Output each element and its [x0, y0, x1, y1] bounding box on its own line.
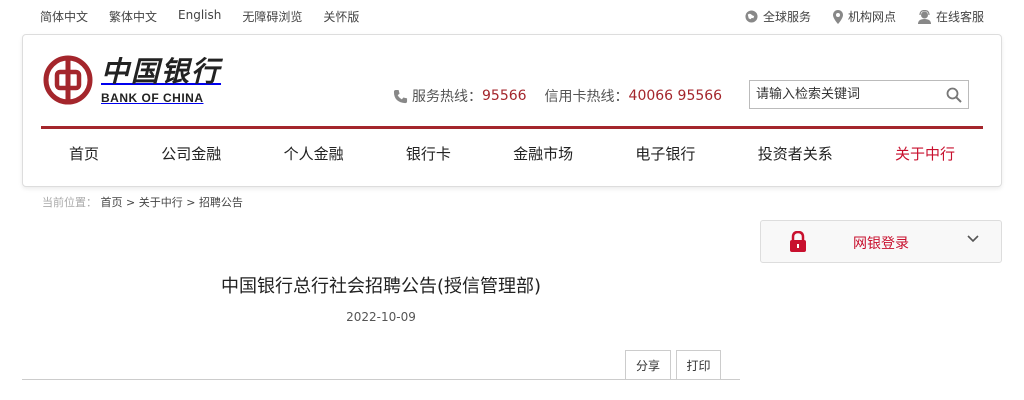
- nav-item-e-banking[interactable]: 电子银行: [607, 143, 723, 164]
- lang-link-traditional[interactable]: 繁体中文: [109, 8, 157, 25]
- phone-icon: [393, 89, 408, 103]
- header-card: 中国银行 BANK OF CHINA 服务热线： 95566 信用卡热线： 40…: [22, 34, 1002, 187]
- nav-item-corporate-banking[interactable]: 公司金融: [133, 143, 249, 164]
- branch-locator-label: 机构网点: [847, 10, 896, 24]
- breadcrumb-home[interactable]: 首页: [101, 196, 123, 209]
- logo-chinese-text: 中国银行: [101, 54, 222, 88]
- online-banking-login-label: 网银登录: [853, 236, 909, 252]
- breadcrumb-separator: >: [182, 196, 199, 209]
- nav-item-financial-markets[interactable]: 金融市场: [485, 143, 601, 164]
- customer-service-icon: [917, 9, 931, 24]
- care-version-link[interactable]: 关怀版: [323, 8, 359, 25]
- online-support-label: 在线客服: [935, 10, 984, 24]
- header-divider: [41, 126, 983, 129]
- accessibility-link[interactable]: 无障碍浏览: [242, 8, 302, 25]
- nav-item-personal-banking[interactable]: 个人金融: [256, 143, 372, 164]
- print-button[interactable]: 打印: [676, 350, 721, 379]
- logo-english-text: BANK OF CHINA: [101, 90, 204, 105]
- search-icon: [946, 87, 962, 103]
- breadcrumb-lead: 当前位置：: [42, 196, 97, 209]
- nav-item-bank-cards[interactable]: 银行卡: [378, 143, 479, 164]
- top-utility-bar: 简体中文 繁体中文 English 无障碍浏览 关怀版 全球服务 机构网点 在线…: [0, 0, 1024, 32]
- breadcrumb-current: 招聘公告: [198, 196, 243, 209]
- globe-icon: [745, 10, 758, 23]
- search-button[interactable]: [940, 81, 968, 108]
- card-hotline-number: 40066 95566: [628, 88, 723, 104]
- article-date: 2022-10-09: [346, 310, 416, 324]
- nav-item-about-us[interactable]: 关于中行: [867, 143, 983, 164]
- language-links: 简体中文 繁体中文 English 无障碍浏览 关怀版: [40, 8, 380, 25]
- card-hotline-label: 信用卡热线：: [544, 89, 629, 105]
- breadcrumb-separator: >: [122, 196, 139, 209]
- share-button[interactable]: 分享: [625, 350, 671, 379]
- main-nav: 首页 公司金融 个人金融 银行卡 金融市场 电子银行 投资者关系 关于中行: [41, 143, 983, 164]
- article-title: 中国银行总行社会招聘公告(授信管理部): [220, 276, 542, 297]
- bank-of-china-logo-icon: [43, 55, 93, 105]
- service-hotline-label: 服务热线：: [412, 89, 482, 105]
- global-services-label: 全球服务: [762, 10, 811, 24]
- lang-link-simplified[interactable]: 简体中文: [40, 8, 88, 25]
- chevron-down-icon: [967, 235, 979, 243]
- nav-item-investor-relations[interactable]: 投资者关系: [730, 143, 861, 164]
- location-pin-icon: [832, 9, 843, 24]
- search-input[interactable]: [750, 81, 940, 108]
- branch-locator-link[interactable]: 机构网点: [832, 8, 896, 25]
- global-services-link[interactable]: 全球服务: [745, 8, 811, 25]
- online-banking-login-button[interactable]: 网银登录: [760, 220, 1002, 263]
- breadcrumb: 当前位置： 首页 > 关于中行 > 招聘公告: [42, 194, 243, 210]
- online-support-link[interactable]: 在线客服: [917, 8, 984, 25]
- breadcrumb-about-us[interactable]: 关于中行: [139, 196, 183, 209]
- service-hotline-number: 95566: [482, 88, 527, 104]
- nav-item-home[interactable]: 首页: [41, 143, 127, 164]
- lang-link-english[interactable]: English: [178, 8, 221, 25]
- hotlines: 服务热线： 95566 信用卡热线： 40066 95566: [393, 86, 740, 106]
- lock-icon: [790, 231, 806, 252]
- search-box: [749, 80, 969, 109]
- utility-links: 全球服务 机构网点 在线客服: [723, 8, 984, 25]
- bank-logo[interactable]: 中国银行 BANK OF CHINA: [43, 55, 221, 105]
- article-divider: [22, 379, 740, 380]
